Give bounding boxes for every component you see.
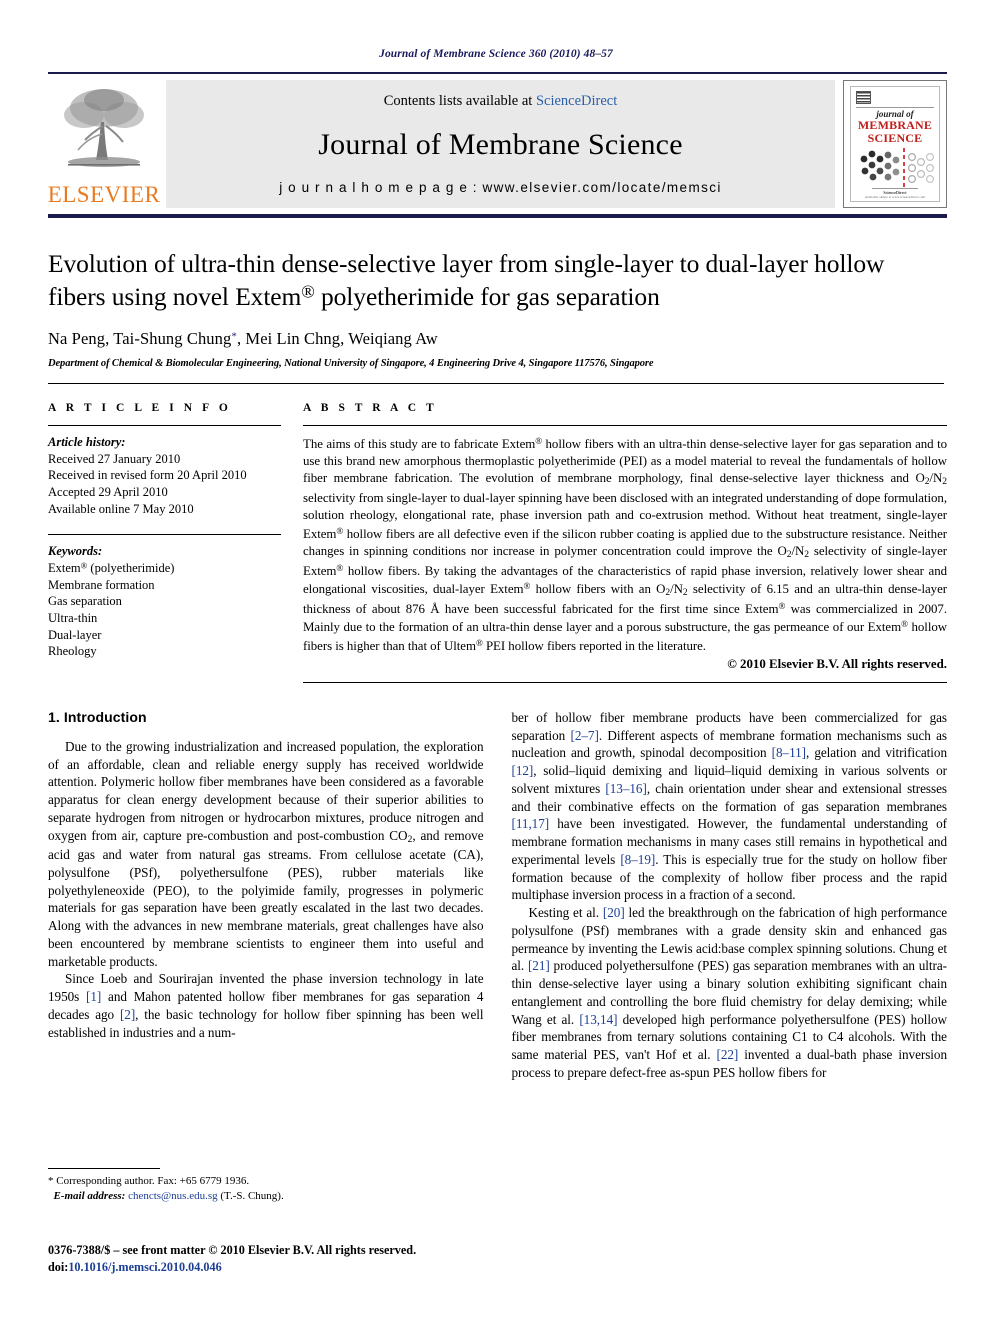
keyword-item: Membrane formation [48,577,155,592]
doi-line: doi:10.1016/j.memsci.2010.04.046 [48,1259,478,1276]
cover-divider [856,107,934,108]
paper-page: Journal of Membrane Science 360 (2010) 4… [0,0,992,1323]
cover-line-3: SCIENCE [867,130,923,145]
affiliation: Department of Chemical & Biomolecular En… [48,357,654,369]
cover-artwork-icon [856,147,934,189]
homepage-url[interactable]: www.elsevier.com/locate/memsci [482,180,721,195]
footnote-block: * Corresponding author. Fax: +65 6779 19… [48,1168,468,1205]
citation-link[interactable]: [22] [717,1047,739,1062]
journal-title: Journal of Membrane Science [318,128,683,161]
email-note: E-mail address: chencts@nus.edu.sg (T.-S… [48,1189,468,1204]
cover-footer: ScienceDirect Available online at www.sc… [851,187,939,199]
history-item: Received 27 January 2010 [48,451,181,466]
citation-link[interactable]: [8–19] [620,852,655,867]
doi-link[interactable]: 10.1016/j.memsci.2010.04.046 [68,1260,221,1274]
page-title: Evolution of ultra-thin dense-selective … [48,248,944,313]
title-block: Evolution of ultra-thin dense-selective … [48,248,944,384]
corresponding-author-marker: * [231,330,237,343]
sciencedirect-link[interactable]: ScienceDirect [536,93,617,109]
journal-cover-thumbnail: journal of MEMBRANE SCIENCE ScienceDirec… [843,80,947,208]
citation-link[interactable]: [1] [86,989,101,1004]
elsevier-logo: ELSEVIER [48,80,160,208]
article-info-label: A R T I C L E I N F O [48,401,232,414]
masthead-bottom-rule [48,214,947,218]
footer-block: 0376-7388/$ – see front matter © 2010 El… [48,1242,478,1276]
email-label: E-mail address: [53,1190,126,1203]
citation-link[interactable]: [12] [512,763,534,778]
abstract-top-rule [303,424,947,426]
info-abstract-section: A R T I C L E I N F O Article history: R… [48,402,947,683]
paragraph: Kesting et al. [20] led the breakthrough… [511,905,948,1080]
history-item: Available online 7 May 2010 [48,501,194,516]
journal-homepage-line: j o u r n a l h o m e p a g e : www.else… [279,180,722,195]
email-link[interactable]: chencts@nus.edu.sg [128,1190,218,1202]
cover-line-2: MEMBRANE [857,118,933,132]
keywords-rule [48,534,281,536]
history-item: Accepted 29 April 2010 [48,484,168,499]
cover-elsevier-mark-icon [856,91,871,104]
author-names: Na Peng, Tai-Shung Chung*, Mei Lin Chng,… [48,328,438,348]
keyword-item: Rheology [48,644,97,659]
keywords-heading: Keywords: [48,544,103,559]
citation-link[interactable]: [13,14] [579,1012,617,1027]
paper-title-text: Evolution of ultra-thin dense-selective … [48,249,885,311]
section-heading-introduction: 1. Introduction [48,708,147,725]
body-columns: 1. Introduction Due to the growing indus… [48,709,947,1082]
journal-masthead: ELSEVIER Contents lists available at Sci… [48,72,947,218]
email-suffix: (T.-S. Chung). [217,1190,284,1203]
article-info-rule [48,424,281,426]
body-column-left: 1. Introduction Due to the growing indus… [48,709,484,1082]
copyright-line: © 2010 Elsevier B.V. All rights reserved… [727,656,947,671]
homepage-label: j o u r n a l h o m e p a g e : [279,180,483,195]
citation-link[interactable]: [20] [603,905,625,920]
history-item: Received in revised form 20 April 2010 [48,468,247,483]
citation-link[interactable]: [11,17] [512,816,550,831]
citation-link[interactable]: [21] [528,958,550,973]
title-bottom-rule [48,382,944,384]
elsevier-tree-icon [64,89,144,167]
keyword-item: Gas separation [48,594,122,609]
cover-footer-rule [872,188,918,189]
keyword-item: Dual-layer [48,627,102,642]
issn-line: 0376-7388/$ – see front matter © 2010 El… [48,1243,417,1257]
paragraph: Due to the growing industrialization and… [48,738,484,969]
body-column-right: ber of hollow fiber membrane products ha… [512,709,948,1082]
citation-link[interactable]: [13–16] [605,781,646,796]
abstract-column: A B S T R A C T The aims of this study a… [303,402,947,683]
masthead-center: Contents lists available at ScienceDirec… [166,80,835,208]
article-history-heading: Article history: [48,434,126,449]
cover-footer-text: Available online at www.sciencedirect.co… [864,195,926,199]
contents-prefix: Contents lists available at [383,93,536,109]
abstract-bottom-rule [303,681,947,683]
citation-link[interactable]: [8–11] [772,745,806,760]
keyword-item: Ultra-thin [48,611,98,626]
running-head: Journal of Membrane Science 360 (2010) 4… [379,48,613,60]
cover-molecule-icon [860,148,934,188]
citation-link[interactable]: [2–7] [570,728,598,743]
article-info-column: A R T I C L E I N F O Article history: R… [48,402,303,683]
footnote-rule [48,1168,160,1169]
citation-link[interactable]: [2] [120,1007,135,1022]
elsevier-wordmark: ELSEVIER [47,182,161,207]
abstract-text: The aims of this study are to fabricate … [303,435,947,653]
paragraph: Since Loeb and Sourirajan invented the p… [48,971,484,1040]
contents-available-line: Contents lists available at ScienceDirec… [384,93,618,110]
keyword-item: Extem® (polyetherimide) [48,560,175,576]
doi-label: doi: [48,1259,69,1274]
corresponding-author-note: * Corresponding author. Fax: +65 6779 19… [48,1175,250,1187]
paragraph: ber of hollow fiber membrane products ha… [511,709,948,903]
cover-inner: journal of MEMBRANE SCIENCE ScienceDirec… [850,86,940,202]
abstract-label: A B S T R A C T [303,401,438,414]
author-list: Na Peng, Tai-Shung Chung*, Mei Lin Chng,… [48,329,944,349]
